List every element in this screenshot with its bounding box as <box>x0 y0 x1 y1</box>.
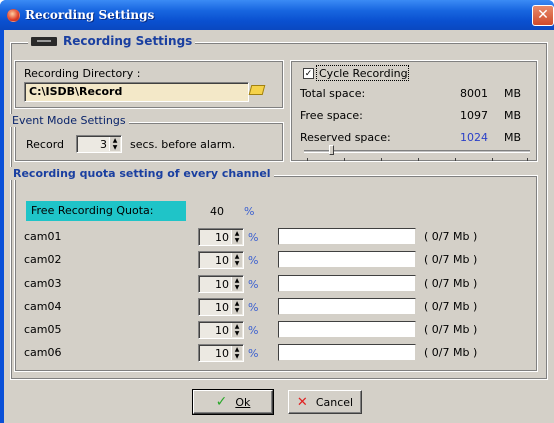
camera-usage-bar <box>278 321 416 338</box>
camera-usage-text: ( 0/7 Mb ) <box>424 300 478 313</box>
camera-name: cam05 <box>24 323 62 336</box>
camera-quota-spinner[interactable]: 10 ▲ ▼ <box>198 228 244 246</box>
pre-alarm-seconds-spinner[interactable]: 3 ▲ ▼ <box>76 135 122 153</box>
spinner-arrows-icon[interactable]: ▲ ▼ <box>231 277 242 291</box>
camera-quota-value: 10 <box>215 254 229 267</box>
camera-usage-bar <box>278 344 416 361</box>
spinner-arrows-icon[interactable]: ▲ ▼ <box>231 253 242 267</box>
camera-quota-value: 10 <box>215 278 229 291</box>
camera-quota-percent: % <box>248 347 259 360</box>
slider-tick <box>344 158 345 161</box>
camera-usage-text: ( 0/7 Mb ) <box>424 277 478 290</box>
free-quota-label: Free Recording Quota: <box>26 201 186 221</box>
cancel-label: Cancel <box>315 395 354 409</box>
app-icon <box>7 9 20 22</box>
reserved-space-value: 1024 <box>460 131 488 144</box>
total-space-label: Total space: <box>300 87 366 100</box>
free-space-label: Free space: <box>300 109 363 122</box>
close-button[interactable]: ✕ <box>532 5 554 26</box>
reserved-space-unit: MB <box>504 131 522 144</box>
total-space-value: 8001 <box>460 87 488 100</box>
total-space-unit: MB <box>504 87 522 100</box>
cycle-recording-label[interactable]: Cycle Recording <box>319 67 408 80</box>
camera-quota-value: 10 <box>215 347 229 360</box>
camera-usage-text: ( 0/7 Mb ) <box>424 323 478 336</box>
reserved-space-slider[interactable] <box>304 150 530 153</box>
free-quota-percent: % <box>244 205 255 218</box>
camera-usage-bar <box>278 228 416 245</box>
slider-tick <box>307 158 308 161</box>
spinner-arrows-icon[interactable]: ▲ ▼ <box>231 346 242 360</box>
camera-name: cam03 <box>24 277 62 290</box>
camera-usage-bar <box>278 298 416 315</box>
camera-name: cam02 <box>24 253 62 266</box>
reserved-space-slider-thumb[interactable] <box>329 145 334 155</box>
camera-usage-text: ( 0/7 Mb ) <box>424 230 478 243</box>
cancel-button[interactable]: ✕ Cancel <box>288 390 362 414</box>
free-space-value: 1097 <box>460 109 488 122</box>
spinner-arrows-icon[interactable]: ▲ ▼ <box>109 137 120 151</box>
slider-tick <box>381 158 382 161</box>
event-mode-title: Event Mode Settings <box>9 114 129 127</box>
cancel-x-icon: ✕ <box>296 394 308 410</box>
camera-quota-spinner[interactable]: 10 ▲ ▼ <box>198 344 244 362</box>
camera-usage-text: ( 0/7 Mb ) <box>424 253 478 266</box>
camera-quota-spinner[interactable]: 10 ▲ ▼ <box>198 321 244 339</box>
camera-name: cam01 <box>24 230 62 243</box>
window-title: Recording Settings <box>25 8 155 22</box>
spinner-arrows-icon[interactable]: ▲ ▼ <box>231 230 242 244</box>
free-quota-value: 40 <box>210 205 224 218</box>
camera-usage-bar <box>278 275 416 292</box>
camera-quota-value: 10 <box>215 301 229 314</box>
slider-tick <box>455 158 456 161</box>
pre-alarm-seconds-value: 3 <box>100 138 107 151</box>
slider-tick <box>492 158 493 161</box>
camera-quota-percent: % <box>248 231 259 244</box>
camera-quota-percent: % <box>248 301 259 314</box>
hard-drive-icon <box>31 36 57 46</box>
camera-name: cam04 <box>24 300 62 313</box>
slider-tick <box>418 158 419 161</box>
slider-tick <box>527 158 528 161</box>
camera-quota-value: 10 <box>215 231 229 244</box>
camera-usage-text: ( 0/7 Mb ) <box>424 346 478 359</box>
camera-usage-bar <box>278 251 416 268</box>
camera-quota-spinner[interactable]: 10 ▲ ▼ <box>198 298 244 316</box>
camera-quota-percent: % <box>248 278 259 291</box>
camera-quota-spinner[interactable]: 10 ▲ ▼ <box>198 251 244 269</box>
recording-settings-title: Recording Settings <box>63 34 193 48</box>
spinner-arrows-icon[interactable]: ▲ ▼ <box>231 323 242 337</box>
checkmark-icon: ✓ <box>215 394 228 410</box>
folder-icon[interactable] <box>248 85 266 95</box>
spinner-arrows-icon[interactable]: ▲ ▼ <box>231 300 242 314</box>
camera-quota-percent: % <box>248 254 259 267</box>
directory-input[interactable]: C:\ISDB\Record <box>24 82 249 102</box>
dialog-body: Recording Settings Recording Directory :… <box>4 30 554 423</box>
record-label: Record <box>26 138 65 151</box>
directory-label: Recording Directory : <box>24 67 141 80</box>
ok-label: Ok <box>235 395 251 409</box>
reserved-space-label: Reserved space: <box>300 131 391 144</box>
recording-settings-legend: Recording Settings <box>28 34 196 48</box>
quota-title: Recording quota setting of every channel <box>10 167 274 180</box>
pre-alarm-suffix: secs. before alarm. <box>130 138 236 151</box>
ok-button[interactable]: ✓ Ok <box>192 389 274 415</box>
title-bar[interactable]: Recording Settings ✕ <box>0 0 554 30</box>
camera-quota-percent: % <box>248 324 259 337</box>
recording-settings-window: Recording Settings ✕ Recording Settings … <box>0 0 554 423</box>
camera-name: cam06 <box>24 346 62 359</box>
free-space-unit: MB <box>504 109 522 122</box>
camera-quota-spinner[interactable]: 10 ▲ ▼ <box>198 275 244 293</box>
cycle-recording-checkbox[interactable]: ✓ <box>303 68 314 79</box>
camera-quota-value: 10 <box>215 324 229 337</box>
